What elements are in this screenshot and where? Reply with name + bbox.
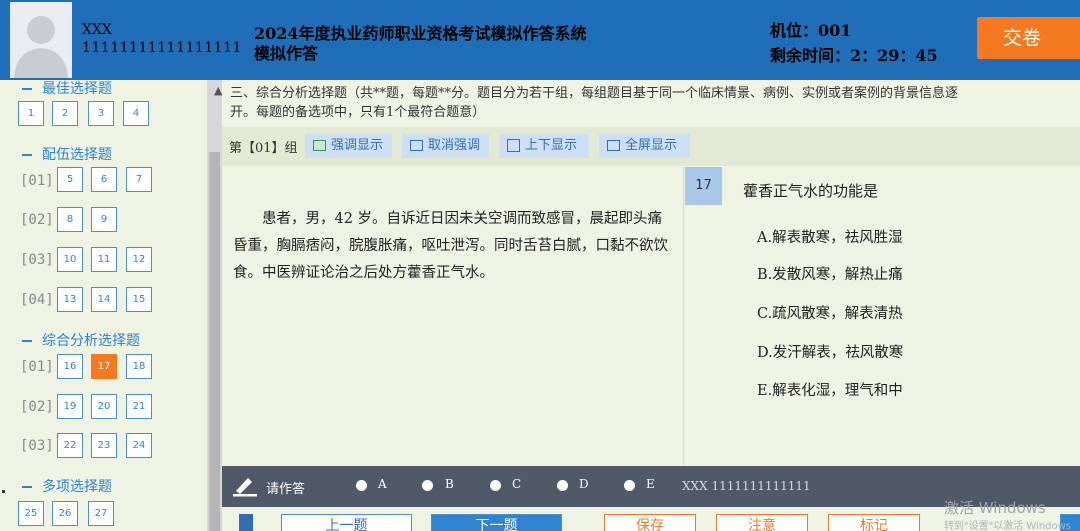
question-box[interactable]: 18 bbox=[126, 354, 152, 379]
question-box[interactable]: 25 bbox=[18, 501, 44, 526]
emphasize-label: 强调显示 bbox=[331, 138, 384, 153]
system-subtitle: 模拟作答 bbox=[254, 44, 319, 63]
notice-button[interactable]: 注意 bbox=[716, 514, 808, 531]
section-title-comprehensive[interactable]: 综合分析选择题 bbox=[22, 330, 140, 350]
remaining-time: 剩余时间：2：29：45 bbox=[770, 46, 938, 65]
question-box[interactable]: 5 bbox=[57, 167, 83, 192]
question-box[interactable]: 1 bbox=[18, 101, 44, 126]
fullscreen-icon bbox=[607, 140, 620, 151]
user-name: XXX bbox=[82, 22, 112, 38]
mark-button[interactable]: 标记 bbox=[828, 514, 920, 531]
windows-activation-hint: 转到"设置"以激活 Windows bbox=[944, 521, 1072, 531]
group-label: [03] bbox=[20, 252, 54, 268]
pen-icon bbox=[233, 478, 257, 497]
question-box[interactable]: 10 bbox=[57, 247, 83, 272]
option-d[interactable]: D.发汗解表，祛风散寒 bbox=[757, 341, 903, 362]
question-box[interactable]: 12 bbox=[126, 247, 152, 272]
fullscreen-button[interactable]: 全屏显示 bbox=[599, 134, 690, 158]
case-stem-text: 患者，男，42 岁。自诉近日因未关空调而致感冒，晨起即头痛昏重，胸膈痞闷，脘腹胀… bbox=[233, 211, 668, 281]
group-label: [01] bbox=[20, 173, 54, 189]
option-c[interactable]: C.疏风散寒，解表清热 bbox=[757, 302, 903, 323]
group-label: [02] bbox=[20, 212, 54, 228]
question-box[interactable]: 3 bbox=[88, 101, 114, 126]
instruction-bullet-icon: ▲ bbox=[214, 84, 223, 97]
vertical-layout-button[interactable]: 上下显示 bbox=[499, 134, 589, 158]
divider-dot bbox=[2, 490, 5, 493]
question-box[interactable]: 14 bbox=[91, 287, 117, 312]
next-question-button[interactable]: 下一题 bbox=[431, 514, 562, 531]
section-title-multiple-choice[interactable]: 多项选择题 bbox=[22, 476, 112, 496]
group-number: 第【01】组 bbox=[229, 141, 298, 156]
answer-prompt: 请作答 bbox=[266, 482, 306, 497]
question-box[interactable]: 13 bbox=[57, 287, 83, 312]
question-box[interactable]: 8 bbox=[57, 207, 83, 232]
cancel-emphasize-label: 取消强调 bbox=[428, 138, 481, 153]
question-box[interactable]: 15 bbox=[126, 287, 152, 312]
group-label: [02] bbox=[20, 399, 54, 415]
fullscreen-label: 全屏显示 bbox=[625, 138, 678, 153]
vertical-layout-label: 上下显示 bbox=[525, 138, 578, 153]
answer-radio-d[interactable] bbox=[557, 480, 568, 491]
question-box[interactable]: 24 bbox=[126, 433, 152, 458]
section-title-best-choice[interactable]: 最佳选择题 bbox=[22, 78, 112, 98]
option-b[interactable]: B.发散风寒，解热止痛 bbox=[757, 263, 903, 284]
answer-label-b: B bbox=[445, 477, 454, 491]
highlight-icon bbox=[313, 140, 326, 151]
question-box[interactable]: 22 bbox=[57, 433, 83, 458]
instruction-line: 开。每题的备选项中，只有1个最符合题意） bbox=[230, 105, 486, 120]
question-box[interactable]: 11 bbox=[91, 247, 117, 272]
answer-label-e: E bbox=[646, 477, 655, 491]
answer-radio-b[interactable] bbox=[422, 480, 433, 491]
question-box[interactable]: 16 bbox=[57, 354, 83, 379]
question-box[interactable]: 7 bbox=[126, 167, 152, 192]
cancel-emphasize-button[interactable]: 取消强调 bbox=[402, 134, 489, 158]
answer-label-c: C bbox=[512, 477, 522, 491]
seat-number: 机位：001 bbox=[770, 21, 852, 40]
answer-radio-c[interactable] bbox=[490, 480, 501, 491]
answer-radio-a[interactable] bbox=[356, 480, 367, 491]
user-id: 11111111111111111 bbox=[82, 40, 242, 56]
question-box[interactable]: 26 bbox=[52, 501, 78, 526]
question-box[interactable]: 21 bbox=[126, 394, 152, 419]
section-instructions: 三、综合分析选择题（共**题，每题**分。题目分为若干组，每组题目基于同一个临床… bbox=[230, 84, 1080, 122]
save-button[interactable]: 保存 bbox=[604, 514, 696, 531]
sidebar-scrollbar-thumb[interactable] bbox=[209, 152, 220, 531]
answer-user-info: XXX 1111111111111 bbox=[682, 479, 811, 493]
answer-label-d: D bbox=[579, 477, 589, 491]
instruction-line: 三、综合分析选择题（共**题，每题**分。题目分为若干组，每组题目基于同一个临床… bbox=[230, 86, 959, 101]
windows-activation-watermark: 激活 Windows bbox=[944, 499, 1046, 517]
question-title: 藿香正气水的功能是 bbox=[743, 182, 879, 200]
question-box[interactable]: 20 bbox=[91, 394, 117, 419]
question-box[interactable]: 23 bbox=[91, 433, 117, 458]
question-box[interactable]: 4 bbox=[123, 101, 149, 126]
option-a[interactable]: A.解表散寒，祛风胜湿 bbox=[757, 226, 903, 247]
prev-question-button[interactable]: 上一题 bbox=[281, 514, 412, 531]
question-box[interactable]: 19 bbox=[57, 394, 83, 419]
nav-left-marker[interactable] bbox=[239, 514, 253, 531]
group-label: [01] bbox=[20, 359, 54, 375]
split-vertical-icon bbox=[507, 139, 520, 152]
question-box[interactable]: 2 bbox=[52, 101, 78, 126]
unhighlight-icon bbox=[410, 140, 423, 151]
option-e[interactable]: E.解表化湿，理气和中 bbox=[757, 379, 903, 400]
group-label: [03] bbox=[20, 438, 54, 454]
answer-label-a: A bbox=[378, 477, 387, 491]
avatar bbox=[10, 2, 72, 78]
group-label: [04] bbox=[20, 292, 54, 308]
question-box[interactable]: 6 bbox=[91, 167, 117, 192]
user-silhouette-icon bbox=[14, 16, 68, 78]
question-box[interactable]: 9 bbox=[91, 207, 117, 232]
question-box-current[interactable]: 17 bbox=[91, 354, 117, 379]
emphasize-button[interactable]: 强调显示 bbox=[305, 134, 392, 158]
section-title-matching[interactable]: 配伍选择题 bbox=[22, 144, 112, 164]
submit-exam-button[interactable]: 交卷 bbox=[977, 17, 1080, 59]
question-box[interactable]: 27 bbox=[88, 501, 114, 526]
question-number: 17 bbox=[685, 167, 722, 205]
answer-radio-e[interactable] bbox=[624, 480, 635, 491]
